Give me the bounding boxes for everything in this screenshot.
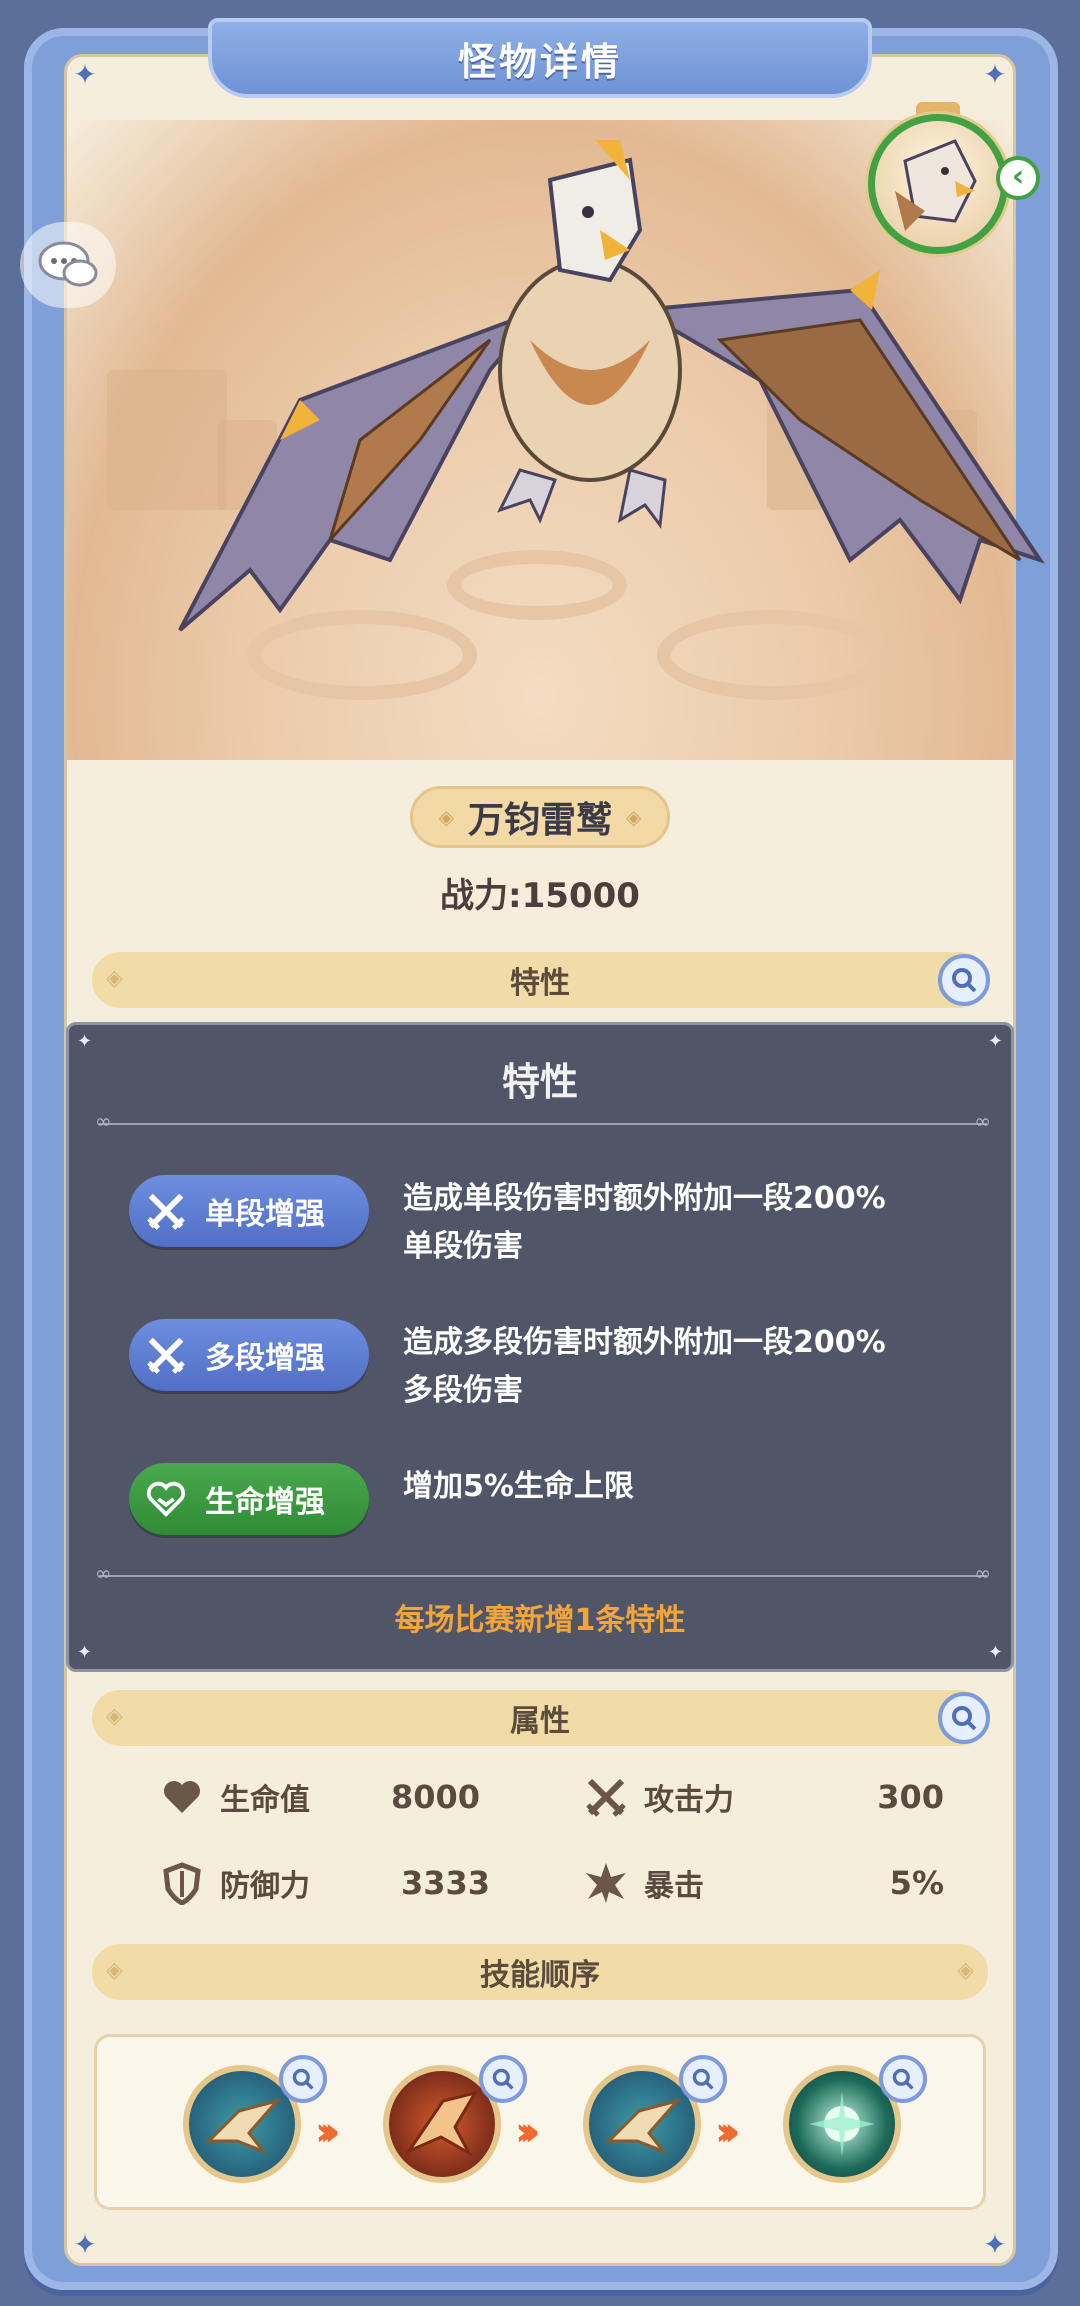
stat-value: 300 [877, 1778, 944, 1816]
chevron-right-icon: ››› [715, 2109, 741, 2155]
skill-4-detail-button[interactable] [879, 2055, 927, 2103]
eagle-portrait-icon [895, 139, 977, 231]
stat-defense: 防御力 3333 [160, 1858, 490, 1908]
monster-name-plate: ◈ 万钧雷鹫 ◈ [410, 786, 670, 848]
title-bar: 怪物详情 [208, 18, 872, 98]
chevron-left-icon: ‹ [1011, 159, 1025, 194]
skill-order-section-title: 技能顺序 [480, 1958, 600, 1993]
trait-name: 单段增强 [205, 1197, 325, 1232]
stat-hp: 生命值 8000 [160, 1772, 480, 1822]
trait-badge: 多段增强 [129, 1319, 369, 1391]
trait-description: 造成多段伤害时额外附加一段200% 多段伤害 [403, 1319, 963, 1415]
skill-order-list: ››› ››› ››› [94, 2034, 986, 2210]
corner-ornament: ✦ [983, 58, 1007, 91]
trait-badge: 生命增强 [129, 1463, 369, 1535]
popup-footer-note: 每场比赛新增1条特性 [394, 1603, 686, 1638]
traits-detail-button[interactable] [938, 954, 990, 1006]
eagle-skill-icon [205, 2098, 282, 2155]
skill-2-detail-button[interactable] [479, 2055, 527, 2103]
skill-order-section-header: ◈ 技能顺序 ◈ [92, 1944, 988, 2000]
stat-label: 防御力 [220, 1869, 310, 1904]
attributes-section-title: 属性 [510, 1704, 570, 1739]
monster-avatar[interactable] [868, 114, 1008, 254]
stat-label: 生命值 [220, 1783, 310, 1818]
skill-1-detail-button[interactable] [279, 2055, 327, 2103]
magnifier-icon [692, 2068, 714, 2090]
divider [95, 1561, 991, 1585]
heart-icon [141, 1474, 191, 1524]
trait-badge: 单段增强 [129, 1175, 369, 1247]
fire-bird-skill-icon [404, 2090, 479, 2157]
trait-description: 增加5%生命上限 [403, 1463, 963, 1511]
energy-orb-skill-icon [809, 2091, 875, 2157]
monster-power: 战力:15000 [440, 876, 640, 916]
traits-popup[interactable]: ✦ ✦ ✦ ✦ 特性 单段增强 造成单段伤害时额外附加一段200% 单段伤害 多… [66, 1022, 1014, 1672]
heart-icon [164, 1781, 200, 1813]
eagle-skill-icon [605, 2098, 682, 2155]
stat-value: 3333 [400, 1864, 490, 1902]
diamond-ornament-icon: ◈ [106, 1704, 123, 1729]
starburst-icon [586, 1863, 626, 1903]
diamond-ornament-icon: ◈ [957, 1958, 974, 1983]
diamond-ornament-icon: ◈ [106, 966, 123, 991]
trait-desc-line: 造成多段伤害时额外附加一段200% [403, 1325, 886, 1360]
chevron-right-icon: ››› [315, 2109, 341, 2155]
sparkle-icon: ✦ [77, 1031, 93, 1052]
trait-name: 生命增强 [205, 1485, 325, 1520]
page-title: 怪物详情 [457, 39, 622, 84]
stat-label: 暴击 [644, 1869, 704, 1904]
corner-ornament: ✦ [73, 58, 97, 91]
stat-value: 5% [889, 1864, 944, 1902]
traits-section-header: ◈ 特性 [92, 952, 990, 1008]
diamond-ornament-icon: ◈ [626, 805, 642, 829]
trait-desc-line: 单段伤害 [403, 1229, 523, 1264]
trait-desc-line: 造成单段伤害时额外附加一段200% [403, 1181, 886, 1216]
corner-ornament: ✦ [983, 2228, 1007, 2261]
trait-desc-line: 增加5%生命上限 [403, 1469, 634, 1504]
stat-label: 攻击力 [644, 1783, 734, 1818]
stat-value: 8000 [390, 1778, 480, 1816]
switch-arrow-button[interactable]: ‹ [996, 156, 1040, 200]
sparkle-icon: ✦ [77, 1642, 93, 1663]
magnifier-icon [952, 968, 977, 993]
popup-title: 特性 [501, 1060, 578, 1104]
crossed-swords-icon [141, 1186, 191, 1236]
chat-bubble-icon [38, 241, 98, 287]
diamond-ornament-icon: ◈ [438, 805, 454, 829]
trait-name: 多段增强 [205, 1341, 325, 1376]
trait-description: 造成单段伤害时额外附加一段200% 单段伤害 [403, 1175, 963, 1271]
magnifier-icon [952, 1706, 977, 1731]
monster-name: 万钧雷鹫 [467, 800, 612, 841]
divider [95, 1109, 991, 1133]
sparkle-icon: ✦ [987, 1031, 1003, 1052]
magnifier-icon [892, 2068, 914, 2090]
traits-section-title: 特性 [510, 966, 570, 1001]
crossed-swords-icon [586, 1778, 626, 1817]
crossed-swords-icon [141, 1330, 191, 1380]
corner-ornament: ✦ [73, 2228, 97, 2261]
attributes-section-header: ◈ 属性 [92, 1690, 990, 1746]
stat-crit: 暴击 5% [584, 1858, 944, 1908]
stat-attack: 攻击力 300 [584, 1772, 944, 1822]
chat-button[interactable] [20, 222, 116, 308]
skill-3-detail-button[interactable] [679, 2055, 727, 2103]
magnifier-icon [292, 2068, 314, 2090]
sparkle-icon: ✦ [987, 1642, 1003, 1663]
chevron-right-icon: ››› [515, 2109, 541, 2155]
trait-desc-line: 多段伤害 [403, 1373, 523, 1408]
diamond-ornament-icon: ◈ [106, 1958, 123, 1983]
attributes-detail-button[interactable] [938, 1692, 990, 1744]
magnifier-icon [492, 2068, 514, 2090]
shield-icon [163, 1862, 201, 1905]
